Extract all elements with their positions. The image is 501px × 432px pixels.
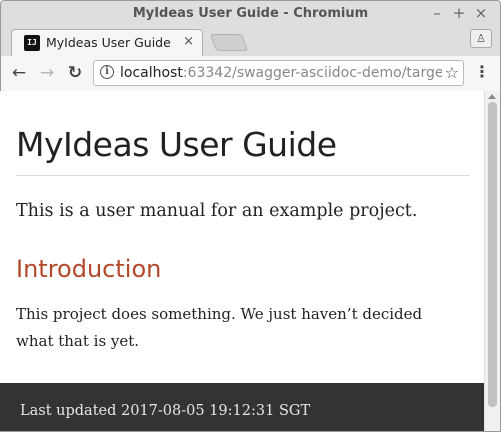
page-content: MyIdeas User Guide This is a user manual… bbox=[0, 91, 484, 431]
tab-close-icon[interactable]: × bbox=[183, 34, 194, 49]
intellij-favicon-icon: IJ bbox=[24, 35, 40, 51]
section-paragraph: This project does something. We just hav… bbox=[16, 305, 423, 350]
close-window-button[interactable]: × bbox=[473, 5, 489, 21]
scrollbar-thumb[interactable] bbox=[488, 102, 497, 407]
title-bar: MyIdeas User Guide - Chromium – + × bbox=[1, 1, 500, 28]
footer: Last updated 2017-08-05 19:12:31 SGT bbox=[0, 383, 484, 431]
scroll-up-arrow-icon[interactable] bbox=[488, 94, 496, 99]
address-bar[interactable]: i localhost:63342/swagger-asciidoc-demo/… bbox=[93, 60, 464, 86]
back-arrow-icon[interactable]: ← bbox=[9, 63, 29, 83]
url-host: localhost bbox=[120, 65, 183, 81]
info-icon[interactable]: i bbox=[100, 65, 114, 79]
page-title: MyIdeas User Guide bbox=[16, 125, 337, 164]
section-title-introduction: Introduction bbox=[16, 255, 162, 283]
tab-myideas-user-guide[interactable]: IJ MyIdeas User Guide × bbox=[11, 29, 203, 57]
tab-strip: IJ MyIdeas User Guide × ♙ bbox=[1, 27, 500, 57]
reload-icon[interactable]: ↻ bbox=[65, 63, 85, 83]
menu-icon[interactable]: ⋮ bbox=[474, 62, 490, 82]
last-updated-text: Last updated 2017-08-05 19:12:31 SGT bbox=[20, 403, 311, 419]
minimize-button[interactable]: – bbox=[429, 5, 445, 21]
url-path: :63342/swagger-asciidoc-demo/target bbox=[182, 65, 449, 81]
lead-paragraph: This is a user manual for an example pro… bbox=[16, 201, 418, 221]
forward-arrow-icon[interactable]: → bbox=[37, 63, 57, 83]
bookmark-star-icon[interactable]: ☆ bbox=[441, 63, 459, 82]
title-divider bbox=[16, 175, 470, 176]
maximize-button[interactable]: + bbox=[451, 5, 467, 21]
url-text[interactable]: localhost:63342/swagger-asciidoc-demo/ta… bbox=[120, 65, 449, 81]
tab-label: MyIdeas User Guide bbox=[46, 35, 171, 50]
browser-toolbar: ← → ↻ i localhost:63342/swagger-asciidoc… bbox=[1, 56, 500, 92]
window-title: MyIdeas User Guide - Chromium bbox=[132, 6, 369, 21]
vertical-scrollbar[interactable] bbox=[484, 91, 500, 431]
profile-icon[interactable]: ♙ bbox=[470, 29, 492, 48]
new-tab-button[interactable] bbox=[209, 34, 249, 51]
